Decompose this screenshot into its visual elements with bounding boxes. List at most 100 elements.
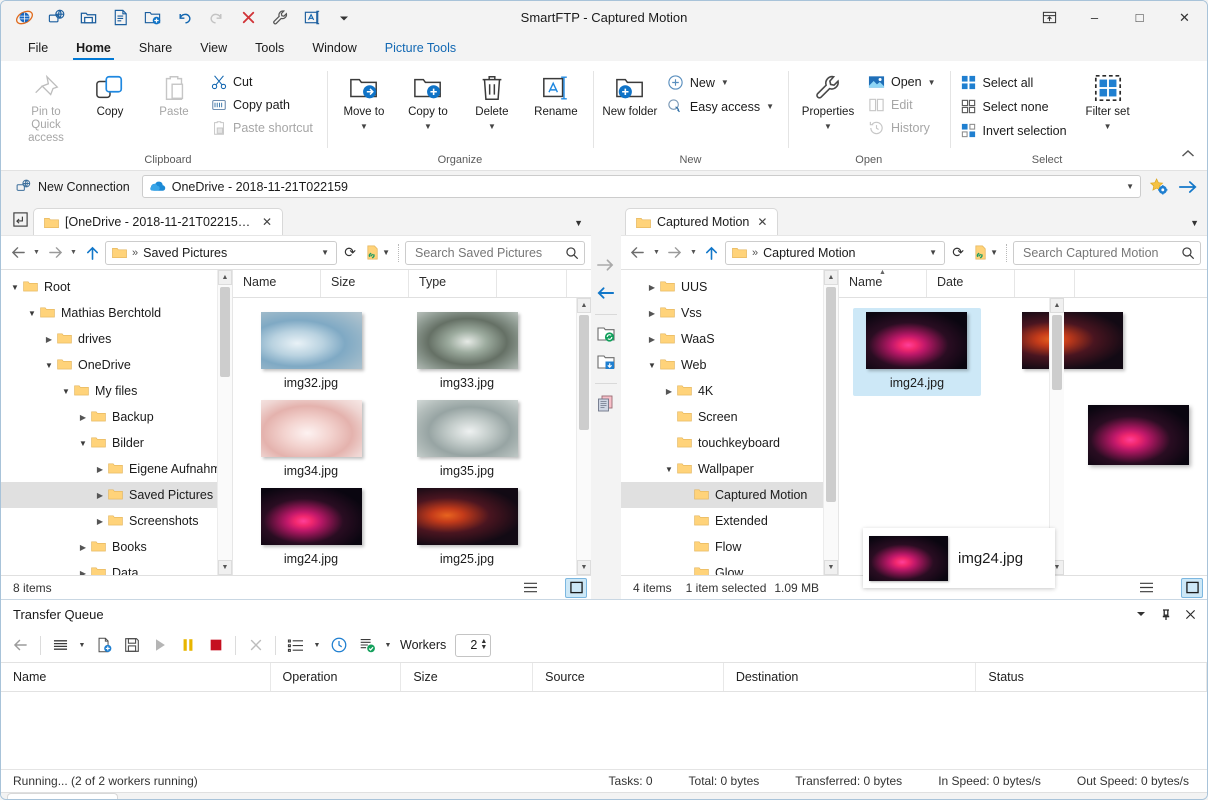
copy-to-button[interactable]: Copy to ▼ (397, 69, 459, 135)
delete-button[interactable]: Delete ▼ (461, 69, 523, 135)
collapse-triangle-icon[interactable]: ▼ (7, 283, 23, 292)
right-tree-scrollbar[interactable]: ▲ ▼ (823, 270, 838, 575)
refresh-button[interactable]: ⟳ (947, 241, 969, 265)
tree-item-eigene-aufnahmen[interactable]: ▶Eigene Aufnahmen (1, 456, 217, 482)
close-panel-button[interactable] (1178, 603, 1203, 625)
move-to-button[interactable]: Move to ▼ (333, 69, 395, 135)
forward-history-dropdown[interactable]: ▼ (688, 241, 699, 265)
queue-column-header-status[interactable]: Status (976, 663, 1207, 691)
forward-button[interactable] (44, 241, 66, 265)
verify-button[interactable] (353, 632, 380, 658)
tree-item-my-files[interactable]: ▼My files (1, 378, 217, 404)
close-icon[interactable]: ✕ (755, 215, 769, 229)
right-link-button[interactable]: ▼ (971, 244, 1000, 261)
details-view-button[interactable] (1135, 578, 1157, 598)
left-search-box[interactable] (405, 241, 585, 265)
tree-item-web[interactable]: ▼Web (621, 352, 823, 378)
chevron-down-icon[interactable]: ▼ (1190, 218, 1199, 228)
menu-item-window[interactable]: Window (299, 38, 369, 61)
expand-triangle-icon[interactable]: ▶ (644, 283, 660, 292)
menu-item-tools[interactable]: Tools (242, 38, 297, 61)
left-link-button[interactable]: ▼ (363, 244, 392, 261)
paste-button[interactable]: Paste (143, 69, 205, 123)
stepper-down-icon[interactable]: ▼ (480, 645, 487, 651)
collapse-triangle-icon[interactable]: ▼ (661, 465, 677, 474)
copy-path-button[interactable]: Copy path (207, 94, 321, 116)
search-input[interactable] (1021, 245, 1177, 261)
column-header-type[interactable]: Type (409, 270, 497, 297)
bottom-tab-background-transfer-queue[interactable]: Background Transfer Queue (346, 793, 525, 800)
rename-button[interactable]: Rename (525, 69, 587, 123)
search-icon[interactable] (565, 246, 579, 260)
open-folder-icon[interactable] (73, 4, 103, 31)
close-icon[interactable]: ✕ (260, 215, 274, 229)
search-icon[interactable] (1181, 246, 1195, 260)
new-queue-button[interactable] (90, 632, 117, 658)
close-button[interactable]: ✕ (1162, 1, 1207, 34)
back-button[interactable] (7, 632, 34, 658)
queue-column-header-destination[interactable]: Destination (724, 663, 977, 691)
pin-to-quick-access-button[interactable]: Pin to Quick access (15, 69, 77, 150)
cancel-icon[interactable] (233, 4, 263, 31)
bottom-tab-multi-upload[interactable]: Multi Upload (176, 793, 267, 800)
file-item[interactable]: img25.jpg (403, 484, 531, 572)
connect-arrow-icon[interactable] (1175, 175, 1201, 199)
tree-item-extended[interactable]: Extended (621, 508, 823, 534)
tree-item-drives[interactable]: ▶drives (1, 326, 217, 352)
up-button[interactable] (701, 241, 723, 265)
sync-download-button[interactable] (593, 349, 619, 375)
file-item[interactable] (1009, 308, 1137, 396)
tree-item-data[interactable]: ▶Data (1, 560, 217, 575)
up-button[interactable] (81, 241, 103, 265)
maximize-button[interactable]: □ (1117, 1, 1162, 34)
scroll-up-icon[interactable]: ▲ (218, 270, 232, 285)
expand-triangle-icon[interactable]: ▶ (75, 569, 91, 576)
queue-column-header-size[interactable]: Size (401, 663, 533, 691)
panel-menu-button[interactable] (1128, 603, 1153, 625)
expand-triangle-icon[interactable]: ▶ (75, 413, 91, 422)
collapse-triangle-icon[interactable]: ▼ (58, 387, 74, 396)
queue-column-header-source[interactable]: Source (533, 663, 724, 691)
select-all-button[interactable]: Select all (956, 71, 1075, 94)
bottom-tab-scheduler[interactable]: Scheduler (268, 793, 346, 800)
menu-item-view[interactable]: View (187, 38, 240, 61)
easy-access-button[interactable]: Easy access ▼ (663, 95, 782, 118)
filter-set-button[interactable]: Filter set ▼ (1077, 69, 1139, 135)
expand-triangle-icon[interactable]: ▶ (661, 387, 677, 396)
menu-item-picture-tools[interactable]: Picture Tools (372, 38, 469, 61)
save-queue-button[interactable] (118, 632, 145, 658)
queue-column-header-operation[interactable]: Operation (271, 663, 402, 691)
cut-button[interactable]: Cut (207, 71, 321, 93)
copy-button[interactable]: Copy (79, 69, 141, 123)
scroll-up-icon[interactable]: ▲ (577, 298, 591, 313)
menu-item-share[interactable]: Share (126, 38, 185, 61)
edit-button[interactable]: Edit (864, 94, 944, 116)
tree-item-saved-pictures[interactable]: ▶Saved Pictures (1, 482, 217, 508)
column-header-name[interactable]: Name (233, 270, 321, 297)
tree-item-glow[interactable]: Glow (621, 560, 823, 575)
tree-item-backup[interactable]: ▶Backup (1, 404, 217, 430)
new-folder-button[interactable]: New folder (599, 69, 661, 123)
scroll-up-icon[interactable]: ▲ (824, 270, 838, 285)
collapse-triangle-icon[interactable]: ▼ (75, 439, 91, 448)
tree-item-uus[interactable]: ▶UUS (621, 274, 823, 300)
right-pane-tab[interactable]: Captured Motion ✕ (625, 208, 778, 235)
tools-wrench-icon[interactable] (265, 4, 295, 31)
order-dropdown[interactable]: ▼ (310, 632, 324, 658)
smartftp-logo-icon[interactable] (9, 4, 39, 31)
file-item[interactable]: img24.jpg (247, 484, 375, 572)
search-input[interactable] (413, 245, 561, 261)
chevron-down-icon[interactable]: ▼ (321, 248, 332, 257)
tree-item-flow[interactable]: Flow (621, 534, 823, 560)
back-button[interactable] (627, 241, 649, 265)
scroll-down-icon[interactable]: ▼ (218, 560, 232, 575)
details-view-button[interactable] (519, 578, 541, 598)
tree-item-books[interactable]: ▶Books (1, 534, 217, 560)
scroll-down-icon[interactable]: ▼ (824, 560, 838, 575)
stop-button[interactable] (202, 632, 229, 658)
scroll-up-icon[interactable]: ▲ (1050, 298, 1064, 313)
collapse-ribbon-button[interactable] (1181, 149, 1195, 162)
stepper-arrows[interactable]: ▲▼ (480, 639, 487, 651)
left-pane-tab[interactable]: [OneDrive - 2018-11-21T022159]... ✕ (33, 208, 283, 235)
rename-icon[interactable] (297, 4, 327, 31)
